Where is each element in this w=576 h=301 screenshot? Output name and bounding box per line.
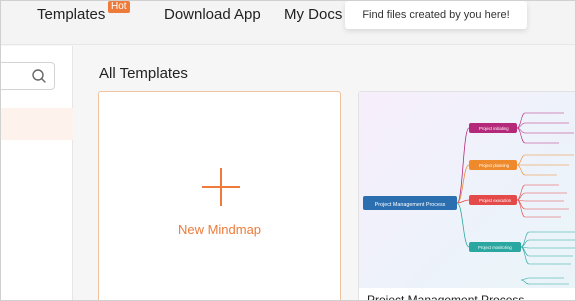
leaf-lines bbox=[516, 184, 569, 218]
leaf-lines bbox=[520, 231, 575, 265]
sidebar bbox=[1, 46, 73, 300]
leaf-lines bbox=[516, 154, 574, 176]
my-docs-tooltip: Find files created by you here! bbox=[345, 1, 527, 29]
app-window: Templates Hot Download App My Docs Find … bbox=[0, 0, 576, 301]
connector bbox=[456, 202, 470, 248]
nav-templates[interactable]: Templates bbox=[37, 6, 105, 23]
nav-download-app[interactable]: Download App bbox=[164, 6, 261, 23]
connector bbox=[456, 164, 470, 204]
search-icon[interactable] bbox=[31, 68, 47, 84]
leaf-lines bbox=[520, 277, 569, 285]
mindmap-thumbnail: Project Management Process Project initi… bbox=[363, 112, 575, 285]
nav-my-docs[interactable]: My Docs bbox=[284, 6, 342, 23]
template-card[interactable]: Project Management Process Project initi… bbox=[358, 91, 575, 301]
template-title: Project Management Process bbox=[367, 293, 525, 301]
template-preview: Project Management Process Project initi… bbox=[359, 92, 575, 288]
section-title: All Templates bbox=[99, 65, 188, 82]
new-mindmap-label: New Mindmap bbox=[177, 222, 262, 237]
branch-label: Project monitoring bbox=[478, 245, 512, 250]
search-box[interactable] bbox=[1, 62, 55, 90]
branch-label: Project initiating bbox=[479, 126, 509, 131]
sidebar-item-active[interactable] bbox=[1, 108, 73, 140]
plus-icon bbox=[202, 168, 240, 206]
new-mindmap-card[interactable]: New Mindmap bbox=[98, 91, 341, 300]
branch-label: Project execution bbox=[479, 198, 512, 203]
connector bbox=[456, 127, 470, 204]
main-content: All Templates New Mindmap Project Manage… bbox=[74, 46, 575, 301]
branch-label: Project planning bbox=[479, 163, 510, 168]
top-navigation: Templates Hot Download App My Docs Find … bbox=[1, 1, 575, 45]
root-node-label: Project Management Process bbox=[375, 202, 446, 208]
hot-badge: Hot bbox=[108, 1, 130, 13]
leaf-lines bbox=[516, 112, 574, 144]
search-input[interactable] bbox=[4, 67, 24, 85]
